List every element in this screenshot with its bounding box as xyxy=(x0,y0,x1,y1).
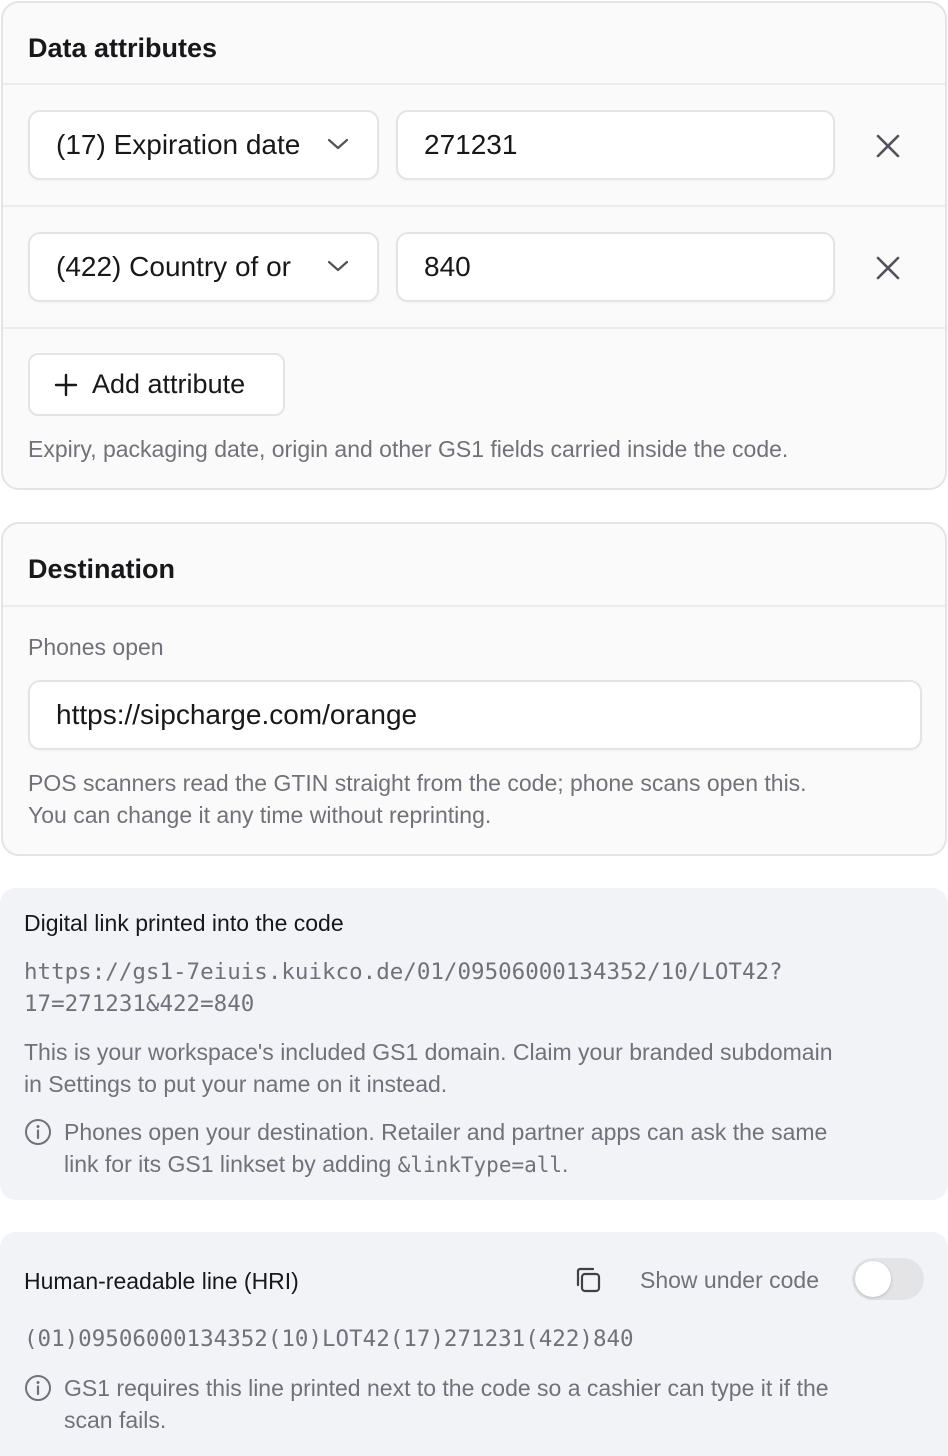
digital-link-url[interactable]: https://gs1-7eiuis.kuikco.de/01/09506000… xyxy=(24,956,783,1020)
close-icon[interactable] xyxy=(873,253,903,283)
info-icon xyxy=(25,1119,51,1145)
info-icon xyxy=(25,1375,51,1401)
divider xyxy=(3,327,945,329)
chevron-down-icon xyxy=(327,260,349,272)
chevron-down-icon xyxy=(327,138,349,150)
copy-icon[interactable] xyxy=(573,1265,603,1295)
info-text: GS1 requires this line printed next to t… xyxy=(64,1372,829,1436)
info-line: link for its GS1 linkset by adding &link… xyxy=(64,1148,827,1181)
attribute-field-select[interactable]: (17) Expiration date xyxy=(28,110,379,180)
info-line-suffix: . xyxy=(562,1151,569,1177)
info-line: Phones open your destination. Retailer a… xyxy=(64,1119,828,1145)
attribute-field-value: (422) Country of or xyxy=(56,251,291,282)
toggle-knob xyxy=(855,1261,891,1297)
hri-panel: Human-readable line (HRI) Show under cod… xyxy=(0,1232,948,1456)
destination-help: POS scanners read the GTIN straight from… xyxy=(28,767,807,831)
description-line: This is your workspace's included GS1 do… xyxy=(24,1039,833,1065)
description-line: in Settings to put your name on it inste… xyxy=(24,1071,448,1097)
digital-link-title: Digital link printed into the code xyxy=(24,910,344,936)
digital-link-line: https://gs1-7eiuis.kuikco.de/01/09506000… xyxy=(24,959,783,985)
attribute-field-value: (17) Expiration date xyxy=(56,129,301,160)
digital-link-info: Phones open your destination. Retailer a… xyxy=(24,1116,827,1181)
attribute-value-text: 271231 xyxy=(424,129,518,160)
destination-url-input[interactable]: https://sipcharge.com/orange xyxy=(28,680,922,750)
divider xyxy=(3,83,945,85)
attribute-value-text: 840 xyxy=(424,251,471,282)
attribute-value-input[interactable]: 271231 xyxy=(396,110,835,180)
data-attributes-card: Data attributes (17) Expiration date 271… xyxy=(1,1,947,490)
attribute-value-input[interactable]: 840 xyxy=(396,232,835,302)
link-type-code: &linkType=all xyxy=(397,1153,563,1177)
destination-help-line: POS scanners read the GTIN straight from… xyxy=(28,770,807,796)
divider xyxy=(3,205,945,207)
info-line: GS1 requires this line printed next to t… xyxy=(64,1375,829,1401)
add-attribute-button[interactable]: Add attribute xyxy=(28,353,285,416)
attribute-field-select[interactable]: (422) Country of or xyxy=(28,232,379,302)
hri-info: GS1 requires this line printed next to t… xyxy=(24,1372,829,1436)
info-text: Phones open your destination. Retailer a… xyxy=(64,1116,827,1181)
show-under-code-label: Show under code xyxy=(640,1267,820,1293)
info-line: scan fails. xyxy=(64,1407,167,1433)
destination-help-line: You can change it any time without repri… xyxy=(28,802,492,828)
digital-link-line: 17=271231&422=840 xyxy=(24,991,255,1017)
destination-title: Destination xyxy=(28,554,176,584)
add-attribute-label: Add attribute xyxy=(92,369,246,399)
divider xyxy=(3,605,945,607)
hri-title: Human-readable line (HRI) xyxy=(24,1268,299,1294)
close-icon[interactable] xyxy=(873,131,903,161)
digital-link-panel: Digital link printed into the code https… xyxy=(0,888,948,1200)
info-line-prefix: link for its GS1 linkset by adding xyxy=(64,1151,398,1177)
phones-open-label: Phones open xyxy=(28,634,164,660)
destination-card: Destination Phones open https://sipcharg… xyxy=(1,522,947,856)
data-attributes-title: Data attributes xyxy=(28,33,218,63)
show-under-code-toggle[interactable] xyxy=(852,1258,924,1300)
hri-value: (01)09506000134352(10)LOT42(17)271231(42… xyxy=(24,1326,634,1352)
data-attributes-help: Expiry, packaging date, origin and other… xyxy=(28,436,789,462)
destination-url-value: https://sipcharge.com/orange xyxy=(56,699,418,730)
digital-link-description: This is your workspace's included GS1 do… xyxy=(24,1036,833,1100)
plus-icon xyxy=(54,373,78,396)
